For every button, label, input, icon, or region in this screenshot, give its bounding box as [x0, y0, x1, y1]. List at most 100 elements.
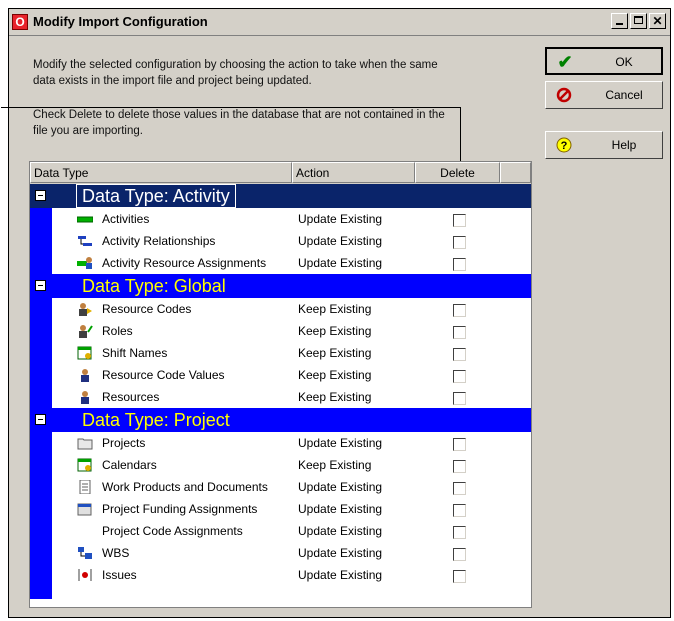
document-icon — [77, 479, 93, 495]
row-action-select[interactable]: Keep Existing — [298, 302, 371, 316]
close-icon: ✕ — [652, 14, 663, 28]
table-row[interactable]: Resource Code Values Keep Existing — [30, 364, 531, 386]
delete-checkbox[interactable] — [453, 504, 466, 517]
table-row[interactable]: Work Products and Documents Update Existi… — [30, 476, 531, 498]
folder-icon — [77, 436, 93, 450]
delete-checkbox[interactable] — [453, 482, 466, 495]
column-header-data-type[interactable]: Data Type — [30, 162, 292, 183]
collapse-toggle-icon[interactable] — [35, 414, 46, 425]
delete-checkbox[interactable] — [453, 392, 466, 405]
delete-checkbox[interactable] — [453, 460, 466, 473]
cancel-icon — [556, 87, 572, 103]
instruction-line-3: Check Delete to delete those values in t… — [33, 109, 445, 121]
instruction-line-2: data exists in the import file and proje… — [33, 75, 312, 87]
person-icon — [77, 368, 93, 382]
delete-checkbox[interactable] — [453, 326, 466, 339]
relationships-icon — [77, 234, 93, 248]
wbs-icon — [77, 546, 93, 560]
table-row[interactable]: Resources Keep Existing — [30, 386, 531, 408]
group-title: Data Type: Global — [82, 276, 226, 296]
table-row[interactable]: Project Code Assignments Update Existing — [30, 520, 531, 542]
row-action-select[interactable]: Update Existing — [298, 212, 382, 226]
minimize-icon — [616, 23, 623, 25]
row-data-type: Resource Codes — [102, 302, 192, 316]
resource-codes-icon — [77, 302, 93, 316]
delete-checkbox[interactable] — [453, 548, 466, 561]
instruction-line-4: file you are importing. — [33, 125, 143, 137]
row-action-select[interactable]: Keep Existing — [298, 324, 371, 338]
delete-checkbox[interactable] — [453, 370, 466, 383]
instruction-line-1: Modify the selected configuration by cho… — [33, 59, 438, 71]
help-icon: ? — [556, 137, 572, 153]
title-bar[interactable]: O Modify Import Configuration ✕ — [9, 9, 670, 36]
maximize-button[interactable] — [630, 13, 647, 29]
collapse-toggle-icon[interactable] — [35, 190, 46, 201]
table-row[interactable]: Resource Codes Keep Existing — [30, 298, 531, 320]
row-action-select[interactable]: Update Existing — [298, 524, 382, 538]
row-data-type: Work Products and Documents — [102, 480, 268, 494]
row-action-select[interactable]: Keep Existing — [298, 346, 371, 360]
funding-icon — [77, 502, 93, 516]
delete-checkbox[interactable] — [453, 258, 466, 271]
calendar-icon — [77, 346, 93, 360]
row-action-select[interactable]: Update Existing — [298, 546, 382, 560]
ok-button[interactable]: ✔ OK — [545, 47, 663, 75]
delete-checkbox[interactable] — [453, 348, 466, 361]
window-title: Modify Import Configuration — [33, 14, 208, 29]
group-header-row[interactable]: Data Type: Global — [30, 274, 531, 298]
row-action-select[interactable]: Update Existing — [298, 256, 382, 270]
row-data-type: Shift Names — [102, 346, 168, 360]
table-header: Data Type Action Delete — [30, 162, 531, 184]
row-data-type: Activity Relationships — [102, 234, 216, 248]
table-row[interactable]: Issues Update Existing — [30, 564, 531, 586]
group-header-row[interactable]: Data Type: Activity — [30, 184, 531, 208]
calendar-icon — [77, 458, 93, 472]
roles-icon — [77, 324, 93, 338]
row-action-select[interactable]: Update Existing — [298, 568, 382, 582]
delete-checkbox[interactable] — [453, 438, 466, 451]
row-action-select[interactable]: Keep Existing — [298, 368, 371, 382]
row-data-type: Activities — [102, 212, 150, 226]
delete-checkbox[interactable] — [453, 526, 466, 539]
delete-checkbox[interactable] — [453, 304, 466, 317]
row-action-select[interactable]: Update Existing — [298, 234, 382, 248]
table-row[interactable]: WBS Update Existing — [30, 542, 531, 564]
row-data-type: WBS — [102, 546, 130, 560]
modify-import-configuration-dialog: O Modify Import Configuration ✕ Modify t… — [1, 8, 671, 618]
delete-checkbox[interactable] — [453, 236, 466, 249]
app-icon: O — [12, 14, 28, 30]
delete-checkbox[interactable] — [453, 570, 466, 583]
table-row[interactable]: Activity Resource Assignments Update Exis… — [30, 252, 531, 274]
cancel-button[interactable]: Cancel — [545, 81, 663, 109]
row-data-type: Resources — [102, 390, 160, 404]
row-data-type: Project Code Assignments — [102, 524, 243, 538]
activities-icon — [76, 212, 94, 226]
checkmark-icon: ✔ — [557, 52, 573, 72]
help-label: Help — [611, 138, 637, 152]
column-header-delete[interactable]: Delete — [415, 162, 500, 183]
close-button[interactable]: ✕ — [649, 13, 666, 29]
row-action-select[interactable]: Update Existing — [298, 502, 382, 516]
cancel-label: Cancel — [605, 88, 643, 102]
table-row[interactable]: Activities Update Existing — [30, 208, 531, 230]
table-row[interactable]: Roles Keep Existing — [30, 320, 531, 342]
table-row[interactable]: Projects Update Existing — [30, 432, 531, 454]
row-action-select[interactable]: Update Existing — [298, 480, 382, 494]
table-row[interactable]: Activity Relationships Update Existing — [30, 230, 531, 252]
row-action-select[interactable]: Keep Existing — [298, 458, 371, 472]
delete-checkbox[interactable] — [453, 214, 466, 227]
table-row[interactable]: Calendars Keep Existing — [30, 454, 531, 476]
help-button[interactable]: ? Help — [545, 131, 663, 159]
table-row[interactable]: Project Funding Assignments Update Existi… — [30, 498, 531, 520]
table-row[interactable]: Shift Names Keep Existing — [30, 342, 531, 364]
group-title: Data Type: Project — [82, 410, 230, 430]
row-action-select[interactable]: Keep Existing — [298, 390, 371, 404]
group-header-row[interactable]: Data Type: Project — [30, 408, 531, 432]
minimize-button[interactable] — [611, 13, 628, 29]
column-header-action[interactable]: Action — [292, 162, 415, 183]
group-title: Data Type: Activity — [76, 184, 236, 208]
row-action-select[interactable]: Update Existing — [298, 436, 382, 450]
collapse-toggle-icon[interactable] — [35, 280, 46, 291]
button-pane: ✔ OK Cancel ? Help — [541, 43, 669, 603]
maximize-icon — [634, 16, 643, 24]
